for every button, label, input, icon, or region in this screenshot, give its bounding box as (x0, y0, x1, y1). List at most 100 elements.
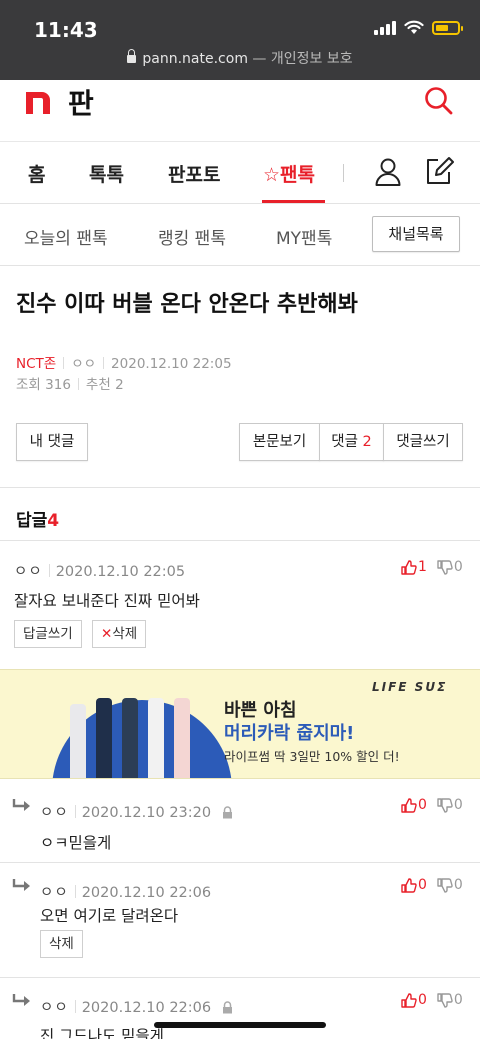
ad-product-image (174, 698, 190, 778)
like-count: 1 (418, 559, 427, 575)
lock-icon (222, 806, 232, 819)
divider (0, 977, 480, 978)
wifi-icon (404, 20, 424, 34)
tab-fantok[interactable]: ☆팬톡 (263, 160, 315, 187)
comment-author: ㅇㅇ (40, 885, 69, 901)
my-comments-button[interactable]: 내 댓글 (16, 423, 88, 461)
like-button[interactable]: 1 (401, 559, 427, 575)
replies-count: 4 (47, 511, 60, 531)
subnav-my-fantok[interactable]: MY팬톡 (276, 224, 332, 249)
like-button[interactable]: 0 (401, 992, 427, 1008)
write-comment-button[interactable]: 댓글쓰기 (383, 423, 463, 461)
thumbs-up-icon (401, 559, 417, 575)
divider (0, 862, 480, 863)
nate-logo-icon[interactable] (24, 86, 52, 116)
comments-button[interactable]: 댓글 2 (319, 423, 384, 461)
dislike-button[interactable]: 0 (437, 992, 463, 1008)
comment-votes: 1 0 (401, 559, 463, 575)
tab-panpoto[interactable]: 판포토 (168, 160, 220, 187)
comment-meta: ㅇㅇ 2020.12.10 23:20 (40, 801, 233, 822)
comment-meta: ㅇㅇ 2020.12.10 22:06 (40, 996, 233, 1017)
dislike-button[interactable]: 0 (437, 559, 463, 575)
status-time: 11:43 (34, 18, 98, 42)
divider (0, 487, 480, 488)
comment-text: 진 그드나도 믿을게 (40, 1027, 164, 1039)
delete-button[interactable]: ✕삭제 (92, 620, 147, 648)
dislike-count: 0 (453, 797, 463, 813)
views-label: 조회 (16, 377, 41, 393)
replies-heading: 답글4 (16, 506, 59, 531)
comment-datetime: 2020.12.10 22:06 (81, 885, 212, 901)
ad-offer-text: 라이프썸 딱 3일만 10% 할인 더! (224, 749, 400, 764)
replies-label: 답글 (16, 511, 48, 531)
comment-meta: ㅇㅇ 2020.12.10 22:05 (14, 560, 185, 581)
comment-votes: 0 0 (401, 992, 463, 1008)
pann-logo-text[interactable]: 판 (68, 82, 94, 122)
dislike-count: 0 (453, 559, 463, 575)
comment-author: ㅇㅇ (14, 564, 43, 580)
user-icon[interactable] (374, 157, 402, 187)
post-title: 진수 이따 버블 온다 안온다 추반해봐 (16, 292, 358, 317)
like-button[interactable]: 0 (401, 797, 427, 813)
comment-text: 오면 여기로 달려온다 (40, 907, 179, 925)
signal-icon (374, 20, 396, 35)
comment-votes: 0 0 (401, 877, 463, 893)
delete-button[interactable]: 삭제 (40, 930, 83, 958)
comment-text: ㅇㅋ믿을게 (40, 834, 112, 852)
ad-product-image (148, 698, 164, 778)
active-tab-underline (262, 200, 325, 203)
thumbs-down-icon (437, 992, 453, 1008)
dislike-count: 0 (453, 992, 463, 1008)
ad-subheadline: 머리카락 줍지마! (224, 723, 355, 744)
ad-product-image (96, 698, 112, 778)
thumbs-up-icon (401, 877, 417, 893)
reply-arrow-icon (12, 879, 30, 891)
ad-banner[interactable]: LIFE SUΣ 바쁜 아침 머리카락 줍지마! 라이프썸 딱 3일만 10% … (0, 669, 480, 779)
tab-home[interactable]: 홈 (28, 160, 45, 187)
comment-datetime: 2020.12.10 22:05 (55, 564, 186, 580)
dislike-button[interactable]: 0 (437, 797, 463, 813)
battery-icon (432, 20, 463, 35)
comments-count: 2 (362, 434, 372, 450)
thumbs-up-icon (401, 797, 417, 813)
views-count: 316 (45, 377, 71, 393)
post-author: ㅇㅇ (71, 356, 97, 372)
url-privacy-text: — 개인정보 보호 (252, 51, 353, 67)
post-stats: 조회 316 추천 2 (16, 373, 124, 393)
comment-votes: 0 0 (401, 797, 463, 813)
comments-label: 댓글 (331, 434, 358, 450)
main-nav: 홈 톡톡 판포토 ☆팬톡 (0, 142, 480, 204)
lock-icon (127, 49, 137, 63)
comment-text: 잘자요 보내준다 진짜 믿어봐 (14, 592, 200, 610)
like-count: 0 (418, 992, 427, 1008)
subnav-today-fantok[interactable]: 오늘의 팬톡 (24, 224, 108, 249)
thumbs-down-icon (437, 797, 453, 813)
x-icon: ✕ (101, 626, 113, 642)
view-body-button[interactable]: 본문보기 (239, 423, 320, 461)
write-reply-button[interactable]: 답글쓰기 (14, 620, 82, 648)
nav-separator (343, 164, 344, 182)
thumbs-down-icon (437, 877, 453, 893)
edit-icon[interactable] (424, 156, 454, 186)
subnav-ranking-fantok[interactable]: 랭킹 팬톡 (158, 224, 226, 249)
reply-arrow-icon (12, 799, 30, 811)
like-count: 0 (418, 877, 427, 893)
post-category[interactable]: NCT존 (16, 356, 56, 372)
comment-datetime: 2020.12.10 22:06 (81, 1000, 212, 1016)
search-icon[interactable] (424, 86, 454, 116)
status-bar: 11:43 pann.nate.com — 개인정보 보호 (0, 0, 480, 80)
home-indicator[interactable] (154, 1022, 326, 1028)
status-icons (374, 20, 463, 35)
url-bar[interactable]: pann.nate.com — 개인정보 보호 (0, 48, 480, 68)
url-text: pann.nate.com (142, 51, 248, 67)
dislike-button[interactable]: 0 (437, 877, 463, 893)
ad-brand: LIFE SUΣ (372, 680, 448, 694)
comment-author: ㅇㅇ (40, 1000, 69, 1016)
recommend-label: 추천 (85, 377, 111, 393)
post-meta: NCT존 ㅇㅇ 2020.12.10 22:05 (16, 352, 232, 372)
ad-product-image (70, 704, 86, 778)
divider (0, 540, 480, 541)
like-button[interactable]: 0 (401, 877, 427, 893)
tab-toktok[interactable]: 톡톡 (89, 160, 124, 187)
channel-list-button[interactable]: 채널목록 (372, 216, 460, 252)
